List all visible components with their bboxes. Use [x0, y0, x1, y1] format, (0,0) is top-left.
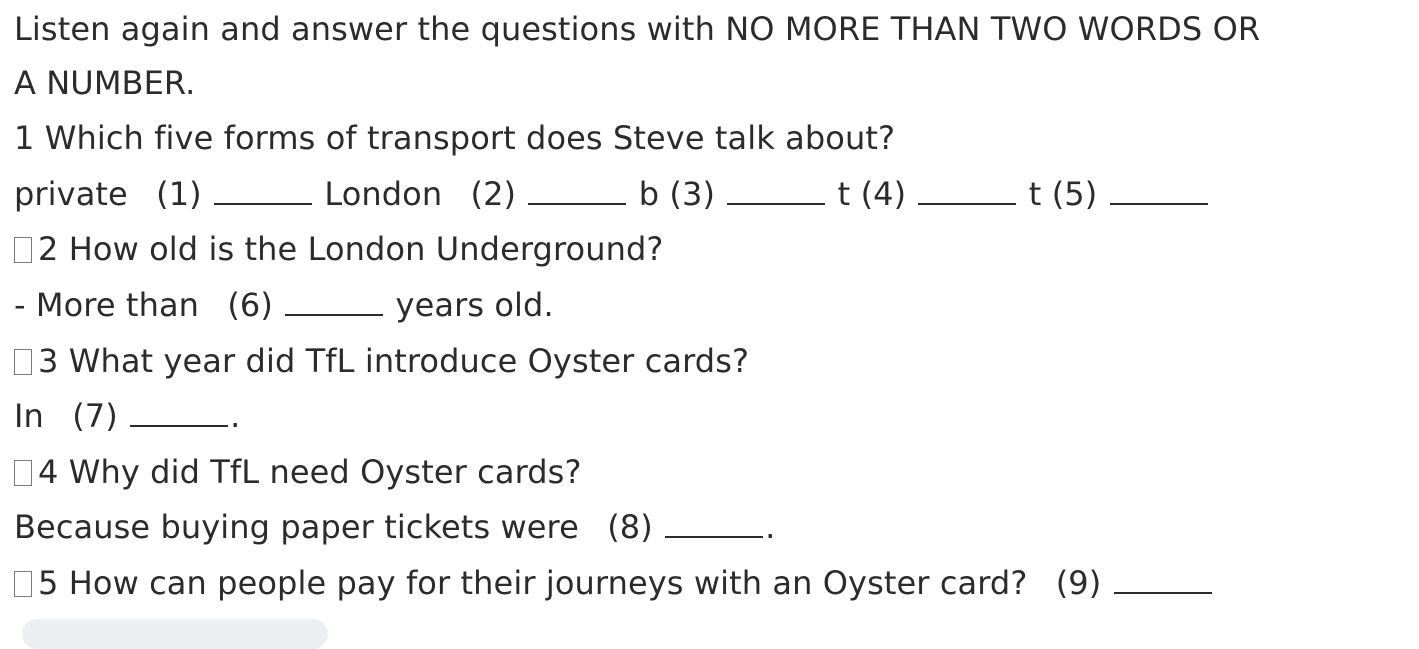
missing-glyph-icon: [14, 348, 32, 375]
answer-blank-2[interactable]: [528, 179, 627, 205]
answer-text: .: [765, 508, 776, 547]
missing-glyph-icon: [14, 570, 32, 597]
question-3: 3 What year did TfL introduce Oyster car…: [38, 341, 750, 380]
bottom-pill-button[interactable]: [22, 619, 328, 649]
answer-blank-5[interactable]: [1109, 179, 1208, 205]
instruction-line-2: A NUMBER.: [14, 63, 196, 102]
blank-number: (6): [227, 285, 273, 324]
question-1: 1 Which five forms of transport does Ste…: [14, 119, 896, 158]
answer-text: .: [230, 397, 241, 436]
answer-blank-9[interactable]: [1113, 568, 1212, 594]
blank-number: (9): [1055, 563, 1102, 602]
answer-text: t: [837, 174, 851, 213]
answer-text: private: [14, 174, 128, 213]
question-4-row: 4 Why did TfL need Oyster cards?: [14, 445, 1414, 501]
question-2-row: 2 How old is the London Underground?: [14, 222, 1414, 278]
answer-blank-4[interactable]: [918, 179, 1017, 205]
answer-text: - More than: [14, 285, 200, 324]
blank-number: (4): [860, 174, 907, 213]
answer-3-row: In (7) .: [14, 389, 1414, 445]
answer-blank-1[interactable]: [214, 179, 313, 205]
answer-blank-3[interactable]: [727, 179, 826, 205]
answer-text: b: [638, 174, 660, 213]
answer-text: years old.: [395, 285, 554, 324]
worksheet: Listen again and answer the questions wi…: [14, 0, 1414, 612]
question-5-row: 5 How can people pay for their journeys …: [14, 556, 1414, 612]
answer-blank-6[interactable]: [285, 290, 384, 316]
instruction-line-1: Listen again and answer the questions wi…: [14, 10, 1261, 48]
answer-blank-7[interactable]: [130, 401, 229, 428]
blank-number: (8): [607, 508, 653, 547]
missing-glyph-icon: [14, 237, 32, 264]
blank-number: (3): [669, 174, 716, 213]
answer-text: Because buying paper tickets were: [14, 508, 579, 547]
blank-number: (1): [156, 174, 202, 213]
answer-blank-8[interactable]: [665, 512, 764, 539]
answer-2-row: - More than (6) years old.: [14, 278, 1414, 334]
answer-text: In: [14, 397, 44, 436]
answer-4-row: Because buying paper tickets were (8) .: [14, 500, 1414, 556]
question-5: 5 How can people pay for their journeys …: [38, 563, 1028, 602]
answer-text: t: [1028, 174, 1042, 213]
question-3-row: 3 What year did TfL introduce Oyster car…: [14, 334, 1414, 390]
answer-text: London: [324, 174, 443, 213]
missing-glyph-icon: [14, 459, 32, 486]
question-4: 4 Why did TfL need Oyster cards?: [38, 452, 582, 491]
blank-number: (5): [1051, 174, 1098, 213]
answer-1-row: private (1) London (2) b (3) t (4) t (5): [14, 167, 1414, 223]
blank-number: (2): [470, 174, 517, 213]
question-2: 2 How old is the London Underground?: [38, 230, 664, 269]
blank-number: (7): [72, 397, 118, 436]
